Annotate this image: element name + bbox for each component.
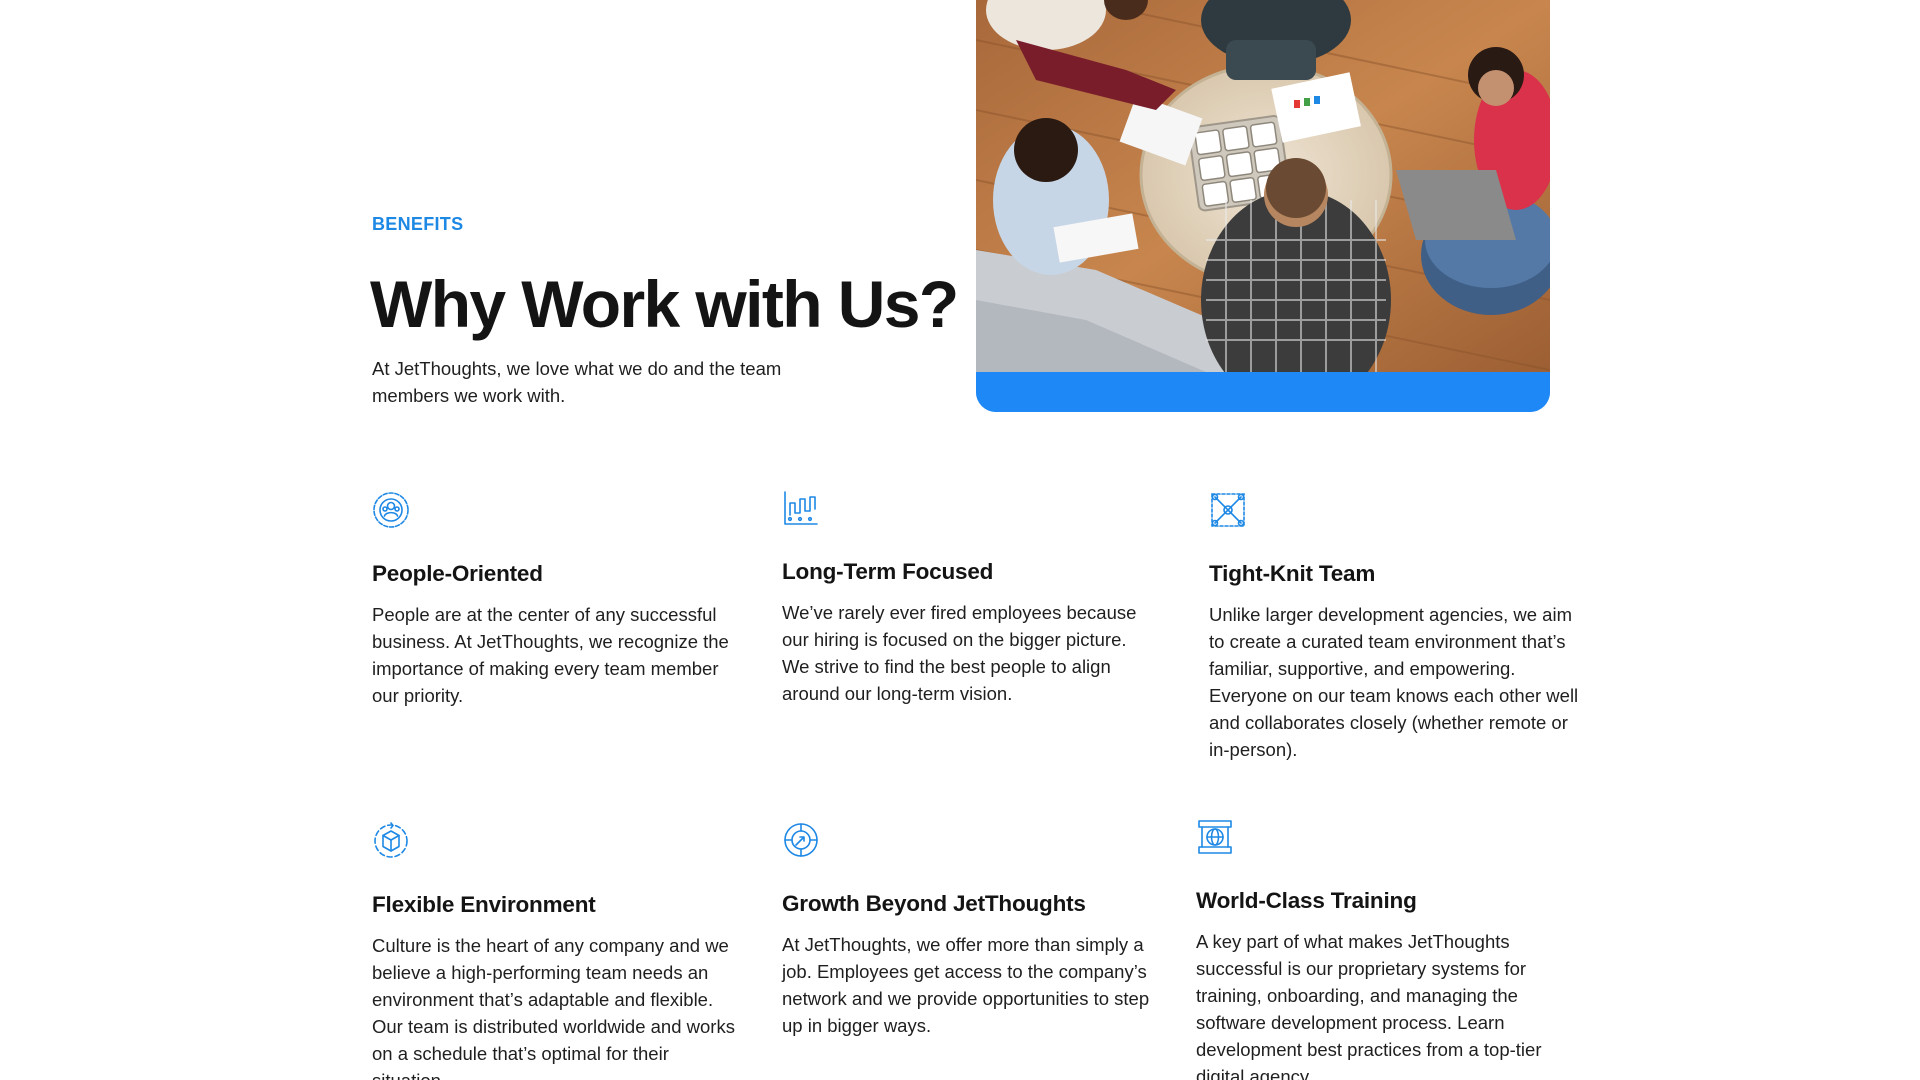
section-intro: At JetThoughts, we love what we do and t… [372, 358, 782, 406]
benefit-text: People are at the center of any successf… [372, 604, 729, 706]
people-circle-icon [372, 491, 410, 529]
benefit-title: Tight-Knit Team [1209, 561, 1376, 586]
flexible-cube-icon [372, 822, 410, 860]
page-title: Why Work with Us? [370, 267, 959, 341]
growth-compass-icon [782, 821, 820, 859]
network-nodes-icon [1209, 491, 1247, 529]
benefit-text: We’ve rarely ever fired employees becaus… [782, 602, 1137, 704]
benefit-title: Long-Term Focused [782, 559, 994, 584]
benefits-section: BENEFITS Why Work with Us? At JetThought… [0, 0, 1920, 1080]
benefit-card-flexible-environment: Flexible Environment Culture is the hear… [372, 822, 742, 1080]
benefit-card-people-oriented: People-Oriented People are at the center… [372, 491, 742, 709]
benefit-text: Culture is the heart of any company and … [372, 935, 735, 1080]
benefit-title: Flexible Environment [372, 892, 596, 917]
section-eyebrow: BENEFITS [372, 214, 464, 234]
team-meeting-image [976, 0, 1550, 412]
benefit-card-growth-beyond: Growth Beyond JetThoughts At JetThoughts… [782, 821, 1152, 1039]
benefit-title: Growth Beyond JetThoughts [782, 891, 1086, 916]
benefit-title: World-Class Training [1196, 888, 1417, 913]
training-globe-icon [1196, 818, 1234, 856]
benefit-card-world-class-training: World-Class Training A key part of what … [1196, 818, 1566, 1080]
team-meeting-photo [976, 0, 1550, 412]
benefit-text: Unlike larger development agencies, we a… [1209, 604, 1579, 760]
benefit-title: People-Oriented [372, 561, 543, 586]
benefit-text: At JetThoughts, we offer more than simpl… [782, 934, 1150, 1036]
benefit-text: A key part of what makes JetThoughts suc… [1196, 931, 1542, 1080]
benefit-card-tight-knit-team: Tight-Knit Team Unlike larger developmen… [1209, 491, 1579, 763]
growth-chart-icon [782, 489, 820, 527]
benefit-card-long-term-focused: Long-Term Focused We’ve rarely ever fire… [782, 489, 1152, 707]
